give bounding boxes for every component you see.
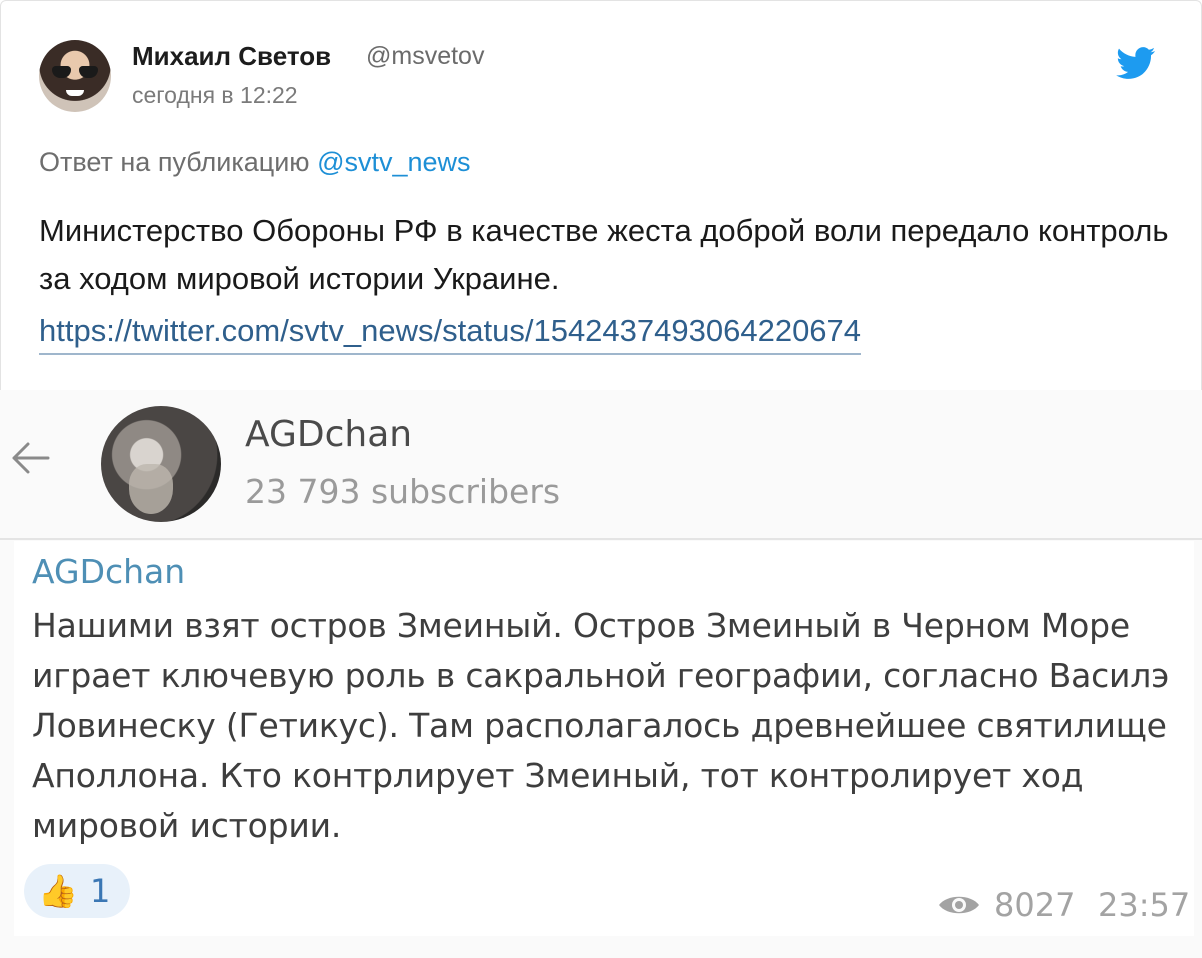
author-avatar[interactable] [39, 40, 111, 112]
sunglasses-shape [52, 66, 98, 78]
message-author: AGDchan [32, 552, 186, 591]
tweet-status-link[interactable]: https://twitter.com/svtv_news/status/154… [39, 309, 862, 355]
divider [0, 538, 1202, 540]
thumbs-up-icon: 👍 [38, 873, 78, 909]
twitter-bird-icon[interactable] [1116, 47, 1156, 80]
message-time: 23:57 [1098, 886, 1191, 924]
reaction-badge: 👍 1 [24, 864, 130, 918]
beard-shape [129, 464, 173, 514]
author-name[interactable]: Михаил Светов [132, 41, 331, 72]
reply-prefix: Ответ на публикацию [39, 147, 318, 177]
tweet-text: Министерство Обороны РФ в качестве жеста… [39, 213, 1169, 296]
view-count: 8027 [994, 886, 1076, 924]
channel-name: AGDchan [245, 414, 413, 455]
reaction-count: 1 [90, 872, 111, 910]
smile-shape [66, 90, 84, 96]
author-handle[interactable]: @msvetov [366, 42, 484, 71]
tweet-timestamp[interactable]: сегодня в 12:22 [132, 82, 298, 109]
eye-icon [939, 896, 979, 914]
reply-to-link[interactable]: @svtv_news [317, 147, 470, 177]
subscriber-count: 23 793 subscribers [245, 472, 561, 511]
reply-context: Ответ на публикацию @svtv_news [39, 147, 471, 178]
back-arrow-icon [12, 442, 50, 474]
channel-avatar [101, 406, 221, 522]
message-text: Нашими взят остров Змеиный. Остров Змеин… [32, 606, 1170, 845]
